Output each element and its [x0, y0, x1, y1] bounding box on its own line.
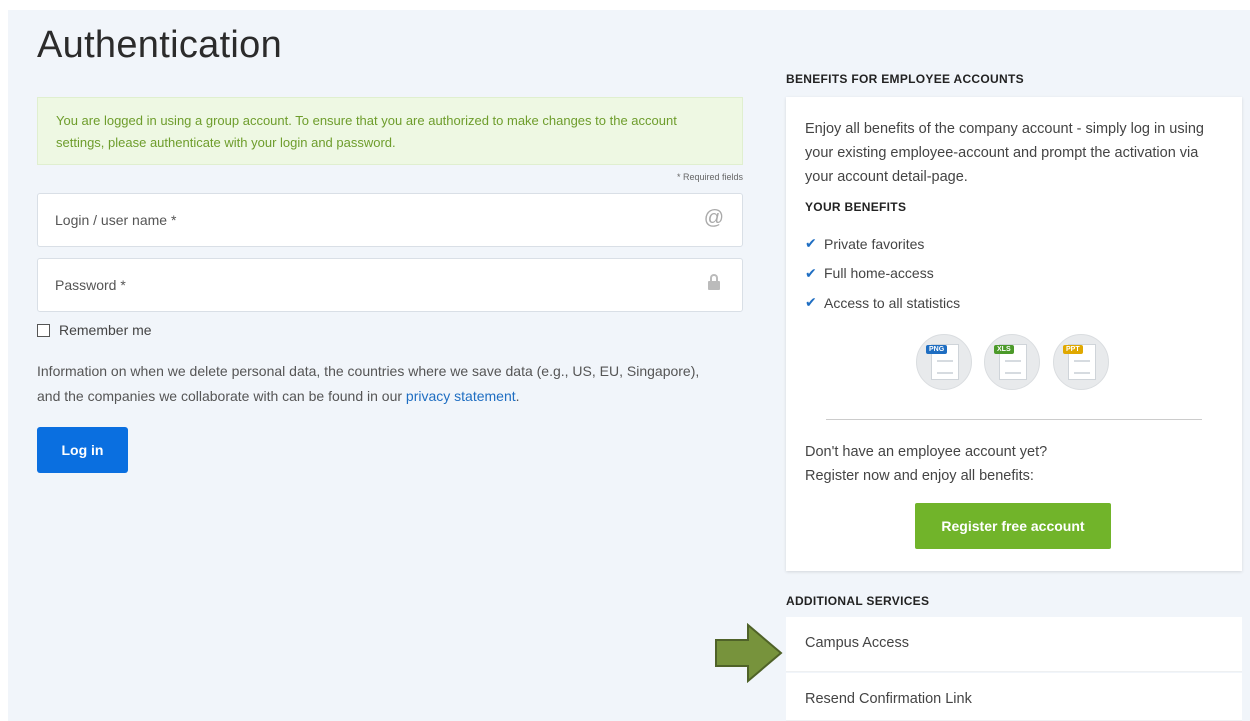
your-benefits-heading: YOUR BENEFITS [805, 200, 907, 214]
required-fields-note: * Required fields [676, 172, 743, 182]
privacy-info-text: Information on when we delete personal d… [37, 363, 700, 404]
list-item: ✔ Access to all statistics [805, 288, 960, 318]
remember-me[interactable]: Remember me [37, 322, 152, 338]
benefit-label: Access to all statistics [824, 294, 961, 311]
password-field[interactable]: Password * [37, 258, 743, 312]
benefits-heading: BENEFITS FOR EMPLOYEE ACCOUNTS [786, 72, 1024, 86]
remember-me-checkbox[interactable] [37, 323, 50, 337]
login-field-label: Login / user name * [55, 212, 177, 228]
benefit-label: Private favorites [824, 235, 925, 252]
service-campus-access[interactable]: Campus Access [786, 617, 1242, 672]
at-icon: @ [703, 207, 724, 229]
additional-services-heading: ADDITIONAL SERVICES [786, 594, 930, 608]
service-label: Resend Confirmation Link [805, 691, 972, 707]
check-icon: ✔ [805, 294, 817, 311]
privacy-info-end: . [515, 388, 520, 404]
privacy-info: Information on when we delete personal d… [37, 359, 717, 409]
benefits-intro: Enjoy all benefits of the company accoun… [805, 121, 1204, 185]
page-title: Authentication [37, 24, 283, 66]
register-prompt-line1: Don't have an employee account yet? [805, 444, 1048, 460]
arrow-right-icon [715, 623, 783, 683]
check-icon: ✔ [805, 264, 817, 281]
benefits-list: ✔ Private favorites ✔ Full home-access ✔ Ac… [805, 229, 960, 318]
list-item: ✔ Full home-access [805, 259, 960, 289]
register-prompt-line2: Register now and enjoy all benefits: [805, 468, 1034, 484]
register-free-account-button[interactable]: Register free account [915, 503, 1111, 549]
xls-tag: XLS [994, 345, 1014, 354]
ppt-file-icon: PPT [1053, 334, 1109, 390]
login-button[interactable]: Log in [37, 427, 128, 473]
check-icon: ✔ [805, 235, 817, 252]
divider [826, 419, 1202, 420]
ppt-tag: PPT [1063, 345, 1083, 354]
privacy-statement-link[interactable]: privacy statement [406, 388, 516, 404]
login-field[interactable]: Login / user name * @ [37, 193, 743, 247]
benefits-card: Enjoy all benefits of the company accoun… [786, 97, 1242, 571]
group-account-notice: You are logged in using a group account.… [37, 97, 743, 165]
register-prompt: Don't have an employee account yet? Regi… [805, 440, 1047, 488]
png-file-icon: PNG [916, 334, 972, 390]
password-field-label: Password * [55, 277, 126, 293]
benefit-label: Full home-access [824, 265, 934, 282]
list-item: ✔ Private favorites [805, 229, 960, 259]
xls-file-icon: XLS [984, 334, 1040, 390]
service-label: Campus Access [805, 635, 909, 651]
service-resend-confirmation[interactable]: Resend Confirmation Link [786, 673, 1242, 721]
png-tag: PNG [926, 345, 948, 354]
remember-me-label: Remember me [59, 322, 152, 338]
lock-icon [708, 274, 720, 291]
